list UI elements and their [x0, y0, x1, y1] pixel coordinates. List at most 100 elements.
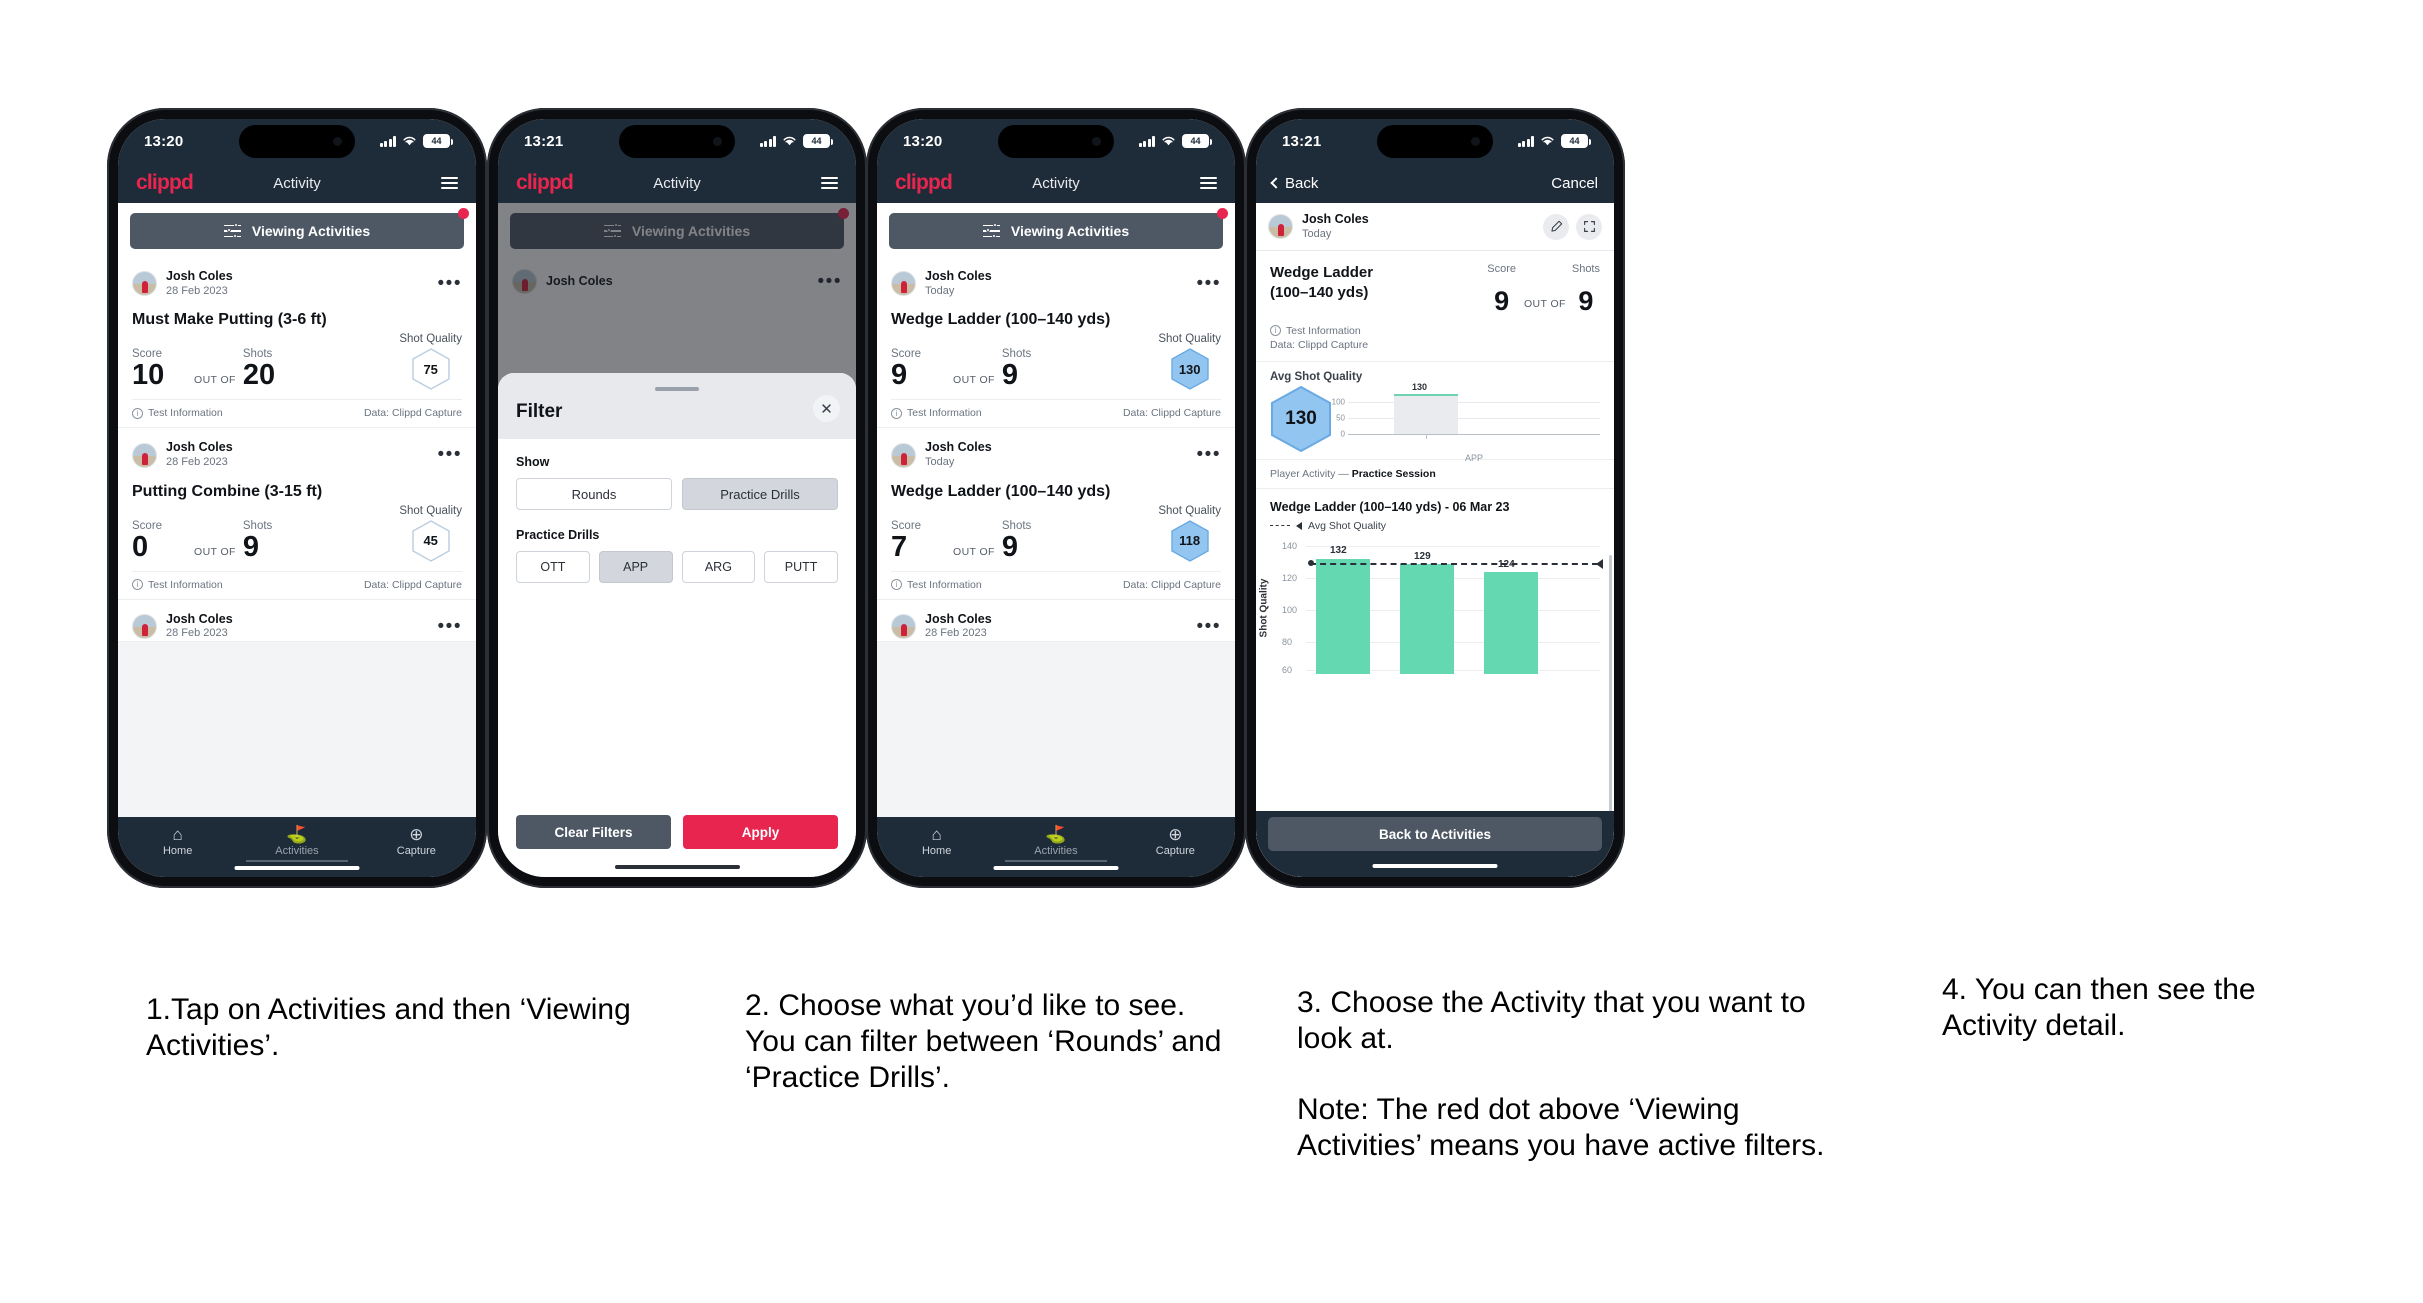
- activity-card[interactable]: Josh Coles 28 Feb 2023 ••• Must Make Put…: [118, 257, 476, 429]
- cellular-signal-icon: [379, 135, 396, 147]
- shot-quality-value: 130: [1178, 361, 1201, 377]
- shot-quality-stat: Shot Quality 45: [399, 505, 462, 562]
- avg-shot-quality-label: Avg Shot Quality: [1270, 370, 1363, 383]
- home-indicator: [234, 866, 360, 870]
- hamburger-icon[interactable]: [441, 177, 458, 189]
- battery-icon: 44: [1182, 134, 1212, 148]
- sheet-drag-handle[interactable]: [655, 387, 699, 391]
- card-header: Josh Coles 28 Feb 2023 •••: [891, 612, 1221, 641]
- avatar: [1268, 214, 1293, 240]
- activity-card[interactable]: Josh Coles 28 Feb 2023 ••• Putting Combi…: [118, 428, 476, 600]
- test-information-label[interactable]: Test Information: [148, 407, 223, 419]
- activity-card-partial[interactable]: Josh Coles 28 Feb 2023 •••: [877, 599, 1235, 643]
- shot-quality-value: 118: [1179, 533, 1201, 549]
- avatar: [891, 442, 916, 468]
- more-options-icon[interactable]: •••: [1197, 617, 1221, 635]
- detail-score-stat: Score 9: [1487, 263, 1516, 315]
- viewing-activities-button[interactable]: Viewing Activities: [889, 208, 1228, 249]
- app-bar-2: clippd Activity: [498, 163, 856, 203]
- activity-date: 28 Feb 2023: [166, 284, 228, 297]
- user-name: Josh Coles: [166, 611, 233, 626]
- status-indicators: 44: [1138, 134, 1212, 148]
- shot-quality-label: Shot Quality: [1158, 504, 1221, 517]
- avg-line-start-dot: [1308, 559, 1314, 566]
- drill-option-arg[interactable]: ARG: [681, 551, 756, 583]
- activity-title: Wedge Ladder (100–140 yds): [891, 482, 1111, 500]
- tab-capture[interactable]: ⊕ Capture: [1116, 825, 1235, 857]
- tab-capture[interactable]: ⊕ Capture: [357, 825, 476, 857]
- pencil-icon[interactable]: [1543, 213, 1569, 240]
- test-information-label[interactable]: Test Information: [907, 579, 982, 591]
- tab-home[interactable]: ⌂ Home: [118, 825, 237, 857]
- legend-arrow-icon: [1296, 521, 1302, 530]
- activity-card-partial[interactable]: Josh Coles 28 Feb 2023 •••: [118, 599, 476, 643]
- y-axis-title: Shot Quality: [1258, 578, 1270, 638]
- tab-activities[interactable]: ⛳ Activities: [237, 825, 356, 862]
- detail-shots-stat: Shots 9: [1572, 263, 1600, 315]
- score-value: 9: [1494, 286, 1510, 317]
- detail-header: Josh Coles Today: [1256, 203, 1614, 252]
- caption-4-text: 4. You can then see the Activity detail.: [1942, 973, 2256, 1042]
- back-to-activities-button[interactable]: Back to Activities: [1268, 817, 1602, 851]
- shots-label: Shots: [1001, 519, 1032, 532]
- wifi-icon: [403, 136, 416, 146]
- hamburger-icon[interactable]: [1200, 177, 1217, 189]
- more-options-icon[interactable]: •••: [1197, 274, 1221, 292]
- more-options-icon[interactable]: •••: [438, 617, 462, 635]
- card-stats: Score 10 OUT OF Shots 20 Shot Quality 75: [132, 333, 462, 399]
- more-options-icon[interactable]: •••: [438, 446, 462, 464]
- drill-option-app[interactable]: APP: [598, 551, 673, 583]
- filter-sheet-header: Filter ✕: [498, 373, 856, 439]
- expand-icon[interactable]: [1576, 213, 1602, 240]
- show-option-rounds[interactable]: Rounds: [516, 478, 672, 510]
- avatar: [891, 613, 916, 639]
- cancel-button[interactable]: Cancel: [1551, 175, 1598, 192]
- test-information-label[interactable]: Test Information: [907, 407, 982, 419]
- card-header: Josh Coles Today •••: [891, 269, 1221, 298]
- tab-home[interactable]: ⌂ Home: [877, 825, 996, 857]
- more-options-icon[interactable]: •••: [1197, 446, 1221, 464]
- tab-label: Home: [162, 844, 193, 857]
- more-options-icon[interactable]: •••: [438, 274, 462, 292]
- tab-activities[interactable]: ⛳ Activities: [996, 825, 1115, 862]
- score-value: 7: [891, 530, 908, 563]
- battery-icon: 44: [1561, 134, 1591, 148]
- option-label: ARG: [704, 560, 732, 574]
- legend-label: Avg Shot Quality: [1308, 519, 1387, 532]
- hamburger-icon[interactable]: [821, 177, 838, 189]
- back-button[interactable]: Back: [1270, 175, 1318, 192]
- filter-bar-wrap-3: Viewing Activities: [877, 203, 1235, 257]
- card-footer: i Test Information Data: Clippd Capture: [891, 570, 1221, 599]
- activity-card[interactable]: Josh Coles Today ••• Wedge Ladder (100–1…: [877, 428, 1235, 600]
- apply-button[interactable]: Apply: [683, 815, 838, 849]
- scrollbar-thumb[interactable]: [1609, 554, 1612, 855]
- caption-2-text: 2. Choose what you’d like to see. You ca…: [745, 989, 1222, 1094]
- shots-stat: Shots 20: [243, 348, 275, 390]
- drill-option-ott[interactable]: OTT: [516, 551, 590, 583]
- dynamic-island: [998, 125, 1114, 158]
- caption-2: 2. Choose what you’d like to see. You ca…: [745, 988, 1225, 1096]
- clippd-logo: clippd: [516, 171, 574, 194]
- score-label: Score: [891, 519, 922, 532]
- test-information-label[interactable]: Test Information: [1286, 325, 1361, 337]
- test-information-label[interactable]: Test Information: [148, 579, 223, 591]
- user-name: Josh Coles: [925, 611, 992, 626]
- filter-title: Filter: [516, 401, 563, 422]
- clear-filters-button[interactable]: Clear Filters: [516, 815, 671, 849]
- activity-title: Putting Combine (3-15 ft): [132, 482, 323, 500]
- info-icon: i: [891, 579, 902, 591]
- avatar: [132, 613, 157, 639]
- screen-4: 13:21 44 Back Cancel Josh Coles Today We…: [1256, 119, 1614, 877]
- avg-line-end-arrow: [1596, 558, 1603, 569]
- close-icon[interactable]: ✕: [813, 395, 840, 422]
- data-source-label: Data: Clippd Capture: [1270, 338, 1369, 351]
- shot-quality-label: Shot Quality: [399, 333, 462, 346]
- shot-quality-stat: Shot Quality 118: [1158, 505, 1221, 562]
- detail-body: Josh Coles Today Wedge Ladder (100–140 y…: [1256, 203, 1614, 877]
- activity-card[interactable]: Josh Coles Today ••• Wedge Ladder (100–1…: [877, 257, 1235, 429]
- show-option-practice-drills[interactable]: Practice Drills: [682, 478, 838, 510]
- shots-value: 9: [1001, 359, 1019, 392]
- drill-option-putt[interactable]: PUTT: [764, 551, 838, 583]
- plus-circle-icon: ⊕: [409, 825, 424, 844]
- viewing-activities-button[interactable]: Viewing Activities: [130, 208, 469, 249]
